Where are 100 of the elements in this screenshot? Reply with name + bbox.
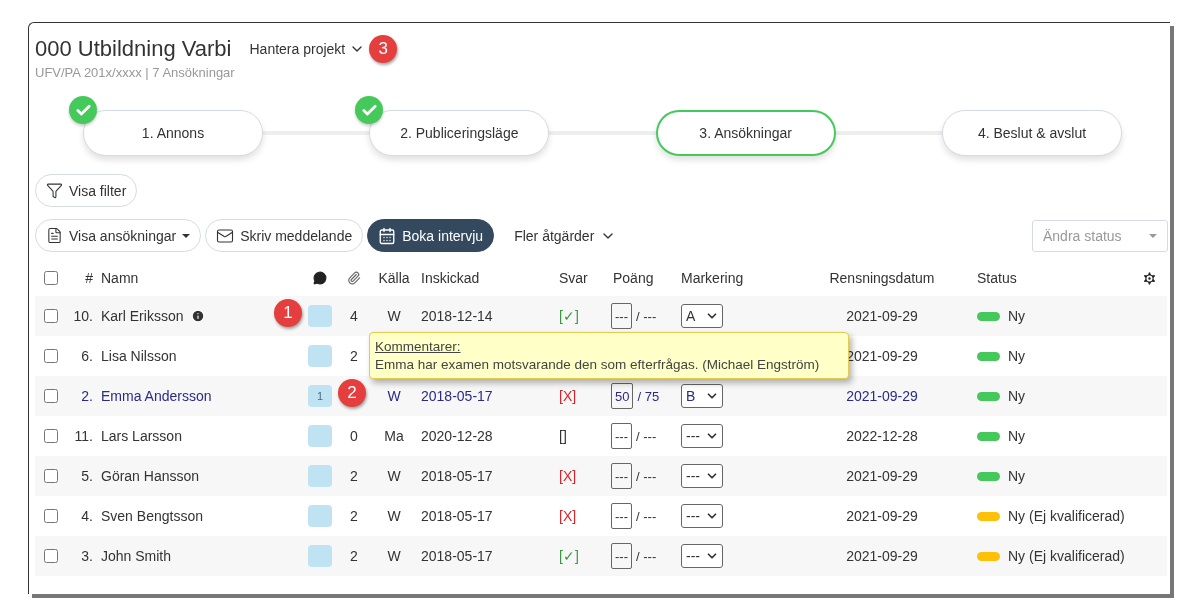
score-field[interactable]: --- [611, 543, 632, 569]
tooltip-text: Emma har examen motsvarande den som efterfrågas. (Michael Engström) [375, 355, 821, 374]
row-number: 5. [80, 468, 94, 484]
source-cell-text: W [386, 508, 402, 524]
applicant-name[interactable]: Emma Andersson [101, 388, 212, 404]
purge-date: 2021-09-29 [845, 468, 919, 484]
column-header[interactable]: Källa [374, 270, 414, 286]
column-header[interactable]: Inskickad [417, 270, 484, 286]
source-cell-text: Ma [383, 428, 405, 444]
row-checkbox[interactable] [44, 549, 58, 563]
more-actions-menu[interactable]: Fler åtgärder [508, 226, 623, 245]
applicant-name[interactable]: Lars Larsson [101, 428, 182, 444]
answer-mark: [✓] [558, 548, 580, 564]
purge-date: 2021-09-29 [845, 348, 919, 364]
source-cell-text: W [386, 548, 402, 564]
row-checkbox[interactable] [44, 309, 58, 323]
answer-mark: [] [558, 428, 568, 444]
attachment-count: 2 [349, 468, 359, 484]
row-checkbox[interactable] [44, 469, 58, 483]
row-checkbox[interactable] [44, 389, 58, 403]
comment-bubble-icon[interactable]: 1 [308, 385, 332, 407]
marking-select[interactable]: --- [681, 464, 723, 488]
applicant-name[interactable]: Karl Eriksson [101, 308, 184, 324]
marking-select[interactable]: --- [681, 504, 723, 528]
score-max: / 75 [637, 388, 660, 404]
score-max: / --- [636, 508, 657, 524]
marking-select[interactable]: A [681, 304, 723, 328]
answer-mark: [X] [558, 468, 578, 484]
submitted-date: 2018-05-17 [420, 388, 494, 404]
attachment-count: 0 [349, 428, 359, 444]
tooltip-title: Kommentarer: [375, 338, 462, 356]
write-message-button[interactable]: Skriv meddelande [205, 219, 364, 252]
project-title: 000 Utbildning Varbi [35, 36, 232, 62]
purge-date: 2021-09-29 [845, 508, 919, 524]
answer-mark: [X] [558, 388, 578, 404]
applicant-name[interactable]: Lisa Nilsson [101, 348, 177, 364]
score-field[interactable]: 50 [611, 383, 634, 409]
applicant-name[interactable]: Göran Hansson [101, 468, 200, 484]
applicant-name[interactable]: John Smith [101, 548, 172, 564]
view-applications-button[interactable]: Visa ansökningar [35, 219, 202, 252]
comment-icon [313, 271, 327, 285]
marking-select[interactable]: --- [681, 424, 723, 448]
status-label: Ny [1008, 348, 1026, 364]
score-field[interactable]: --- [611, 303, 632, 329]
step-tab[interactable]: 2. Publiceringsläge [369, 110, 550, 156]
answer-mark: [✓] [558, 308, 580, 324]
submitted-date: 2020-12-28 [420, 428, 494, 444]
callout-marker: 2 [338, 379, 366, 407]
column-header[interactable]: Namn [97, 270, 143, 286]
submitted-date: 2018-05-17 [420, 548, 494, 564]
calendar-icon [378, 226, 397, 245]
column-header[interactable]: Status [967, 270, 1021, 286]
step-tab[interactable]: 3. Ansökningar [655, 110, 836, 156]
mail-icon [216, 226, 235, 245]
paperclip-icon [347, 271, 361, 285]
score-max: / --- [636, 428, 657, 444]
step-tab[interactable]: 4. Beslut & avslut [942, 110, 1122, 156]
filter-icon [46, 182, 63, 199]
marking-select[interactable]: B [681, 384, 723, 408]
column-header: # [84, 270, 94, 286]
score-max: / --- [636, 548, 657, 564]
status-label: Ny [1008, 308, 1026, 324]
row-number: 3. [80, 548, 94, 564]
column-header[interactable]: Poäng [609, 270, 658, 286]
column-header[interactable]: Rensningsdatum [825, 270, 939, 286]
submitted-date: 2018-05-17 [420, 468, 494, 484]
project-subtitle: UFV/PA 201x/xxxx | 7 Ansökningar [35, 65, 236, 80]
applicant-name[interactable]: Sven Bengtsson [101, 508, 203, 524]
purge-date: 2021-09-29 [845, 548, 919, 564]
purge-date: 2021-09-29 [845, 388, 919, 404]
info-icon[interactable] [191, 309, 206, 323]
score-max: / --- [636, 308, 657, 324]
attachment-count: 2 [349, 548, 359, 564]
row-checkbox[interactable] [44, 349, 58, 363]
row-number: 10. [72, 308, 94, 324]
column-header[interactable]: Markering [677, 270, 748, 286]
score-field[interactable]: --- [611, 503, 632, 529]
status-label: Ny [1008, 428, 1026, 444]
step-tab[interactable]: 1. Annons [83, 110, 263, 156]
row-checkbox[interactable] [44, 509, 58, 523]
book-interview-button[interactable]: Boka intervju [367, 219, 495, 252]
submitted-date: 2018-05-17 [420, 508, 494, 524]
row-checkbox[interactable] [44, 429, 58, 443]
submitted-date: 2018-12-14 [420, 308, 494, 324]
select-all-checkbox[interactable] [44, 271, 58, 285]
column-header[interactable]: Svar [555, 270, 592, 286]
source-cell-text: W [386, 388, 402, 404]
purge-date: 2022-12-28 [845, 428, 919, 444]
score-field[interactable]: --- [611, 423, 632, 449]
score-field[interactable]: --- [611, 463, 632, 489]
marking-select[interactable]: --- [681, 544, 723, 568]
document-icon [46, 227, 63, 244]
manage-project-menu[interactable]: Hantera projekt [249, 39, 366, 59]
callout-marker: 1 [274, 299, 302, 327]
score-max: / --- [636, 468, 657, 484]
status-label: Ny [1008, 468, 1026, 484]
filter-button[interactable]: Visa filter [35, 174, 138, 207]
row-number: 2. [80, 388, 94, 404]
status-label: Ny [1008, 388, 1026, 404]
row-number: 4. [80, 508, 94, 524]
